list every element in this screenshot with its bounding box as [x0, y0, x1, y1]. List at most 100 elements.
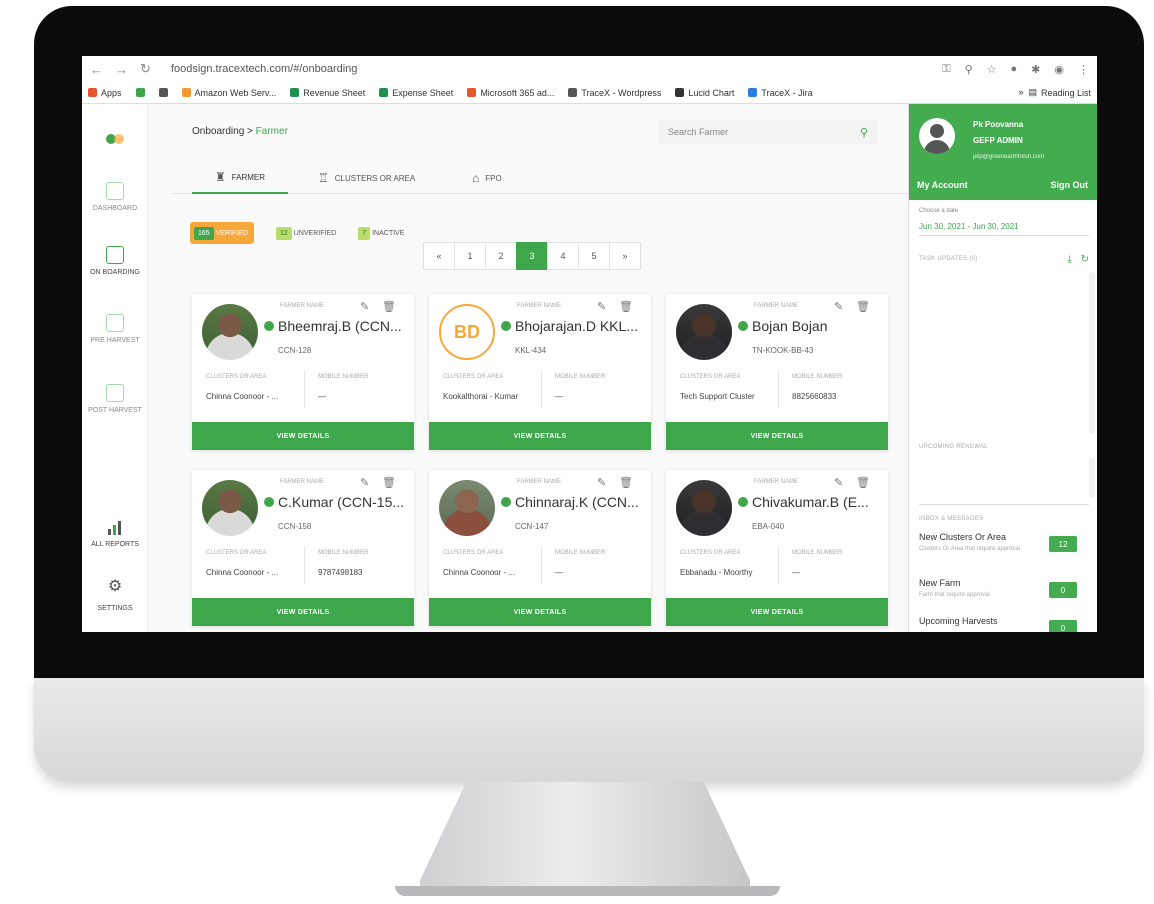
farmer-name: Bojan Bojan [752, 318, 828, 334]
filter-verified[interactable]: 165 VERIFIED [190, 222, 254, 244]
app-logo [104, 130, 126, 150]
view-details-button[interactable]: VIEW DETAILS [429, 422, 651, 450]
task-scrollbar[interactable] [1089, 272, 1095, 434]
page-last[interactable]: » [609, 242, 641, 270]
farmer-card: FARMER NAME ✎ 🗑 Bheemraj.B (CCN... CCN-1… [192, 294, 414, 450]
sidebar-item-dashboard[interactable]: DASHBOARD [82, 182, 148, 213]
mobile-label: MOBILE NUMBER [555, 550, 606, 556]
breadcrumb-root[interactable]: Onboarding [192, 126, 244, 137]
date-range-picker[interactable]: Jun 30, 2021 - Jun 30, 2021 [919, 222, 1089, 236]
page-5[interactable]: 5 [578, 242, 610, 270]
bookmark-item[interactable]: Microsoft 365 ad... [467, 88, 554, 98]
avatar[interactable] [919, 118, 955, 154]
address-bar[interactable]: foodsign.tracextech.com/#/onboarding [171, 63, 358, 75]
bookmark-icon [181, 88, 191, 97]
sidebar-item-post-harvest[interactable]: POST HARVEST [82, 384, 148, 415]
trash-icon[interactable]: 🗑 [382, 476, 396, 489]
bookmark-item[interactable]: Lucid Chart [675, 88, 734, 98]
onboarding-icon [106, 246, 124, 264]
edit-icon[interactable]: ✎ [360, 300, 369, 313]
inbox-heading: INBOX & MESSAGES [919, 516, 984, 522]
reload-icon[interactable]: ↻ [140, 61, 151, 77]
sidebar-item-all-reports[interactable]: ALL REPORTS [82, 518, 148, 549]
divider [541, 370, 542, 408]
verified-check-icon [501, 321, 511, 331]
bookmark-icon [379, 88, 389, 97]
view-details-button[interactable]: VIEW DETAILS [666, 422, 888, 450]
search-input[interactable]: Search Farmer ⚲ [658, 120, 878, 144]
sidebar-item-settings[interactable]: ⚙ SETTINGS [82, 579, 148, 613]
view-details-button[interactable]: VIEW DETAILS [192, 422, 414, 450]
bookmark-item[interactable] [135, 88, 145, 97]
view-details-button[interactable]: VIEW DETAILS [666, 598, 888, 626]
bookmark-icon [158, 88, 168, 97]
farmer-id: CCN-128 [278, 346, 312, 355]
filter-inactive[interactable]: 7 INACTIVE [358, 222, 404, 244]
cluster-value: Chinna Coonoor - ... [206, 392, 279, 401]
menu-icon[interactable]: ⋮ [1078, 63, 1089, 76]
key-icon[interactable]: ⚿ [942, 63, 950, 76]
refresh-icon[interactable]: ↻ [1081, 254, 1089, 265]
bookmark-item[interactable] [158, 88, 168, 97]
forward-icon[interactable]: → [115, 62, 128, 77]
edit-icon[interactable]: ✎ [360, 476, 369, 489]
bookmark-icon [568, 88, 578, 97]
star-icon[interactable]: ☆ [987, 63, 997, 76]
message-new-farm[interactable]: New Farm Farm that require approval 0 [919, 578, 1089, 599]
trash-icon[interactable]: 🗑 [382, 300, 396, 313]
bookmark-item[interactable]: Revenue Sheet [290, 88, 365, 98]
edit-icon[interactable]: ✎ [597, 476, 606, 489]
extension-icon[interactable]: ● [1011, 63, 1018, 76]
sign-out-link[interactable]: Sign Out [1051, 180, 1089, 190]
bookmark-item[interactable]: TraceX - Wordpress [568, 88, 661, 98]
page-2[interactable]: 2 [485, 242, 517, 270]
my-account-link[interactable]: My Account [917, 180, 968, 190]
edit-icon[interactable]: ✎ [834, 476, 843, 489]
trash-icon[interactable]: 🗑 [856, 300, 870, 313]
farmer-card: FARMER NAME ✎ 🗑 C.Kumar (CCN-15... CCN-1… [192, 470, 414, 626]
farmer-name-row: Chinnaraj.K (CCN... [501, 494, 647, 510]
zoom-icon[interactable]: ⚲ [965, 63, 973, 76]
edit-icon[interactable]: ✎ [834, 300, 843, 313]
sidebar-item-pre-harvest[interactable]: PRE HARVEST [82, 314, 148, 345]
farmer-icon: ♜ [214, 170, 226, 184]
status-filters: 165 VERIFIED 12 UNVERIFIED 7 INACTIVE [190, 222, 404, 244]
farmer-name-row: Chivakumar.B (E... [738, 494, 884, 510]
profile-icon[interactable]: ◉ [1054, 63, 1064, 76]
download-icon[interactable]: ⤓ [1067, 254, 1071, 265]
page-3[interactable]: 3 [516, 242, 548, 270]
reading-list[interactable]: » ▤ Reading List [1018, 87, 1091, 98]
tab-clusters[interactable]: ♖ CLUSTERS OR AREA [318, 162, 415, 194]
bookmark-item[interactable]: Apps [88, 88, 122, 98]
edit-icon[interactable]: ✎ [597, 300, 606, 313]
sidebar-item-onboarding[interactable]: ON BOARDING [82, 246, 148, 277]
message-upcoming-harvests[interactable]: Upcoming Harvests 0 [919, 616, 1089, 632]
bookmark-item[interactable]: Expense Sheet [379, 88, 453, 98]
page-4[interactable]: 4 [547, 242, 579, 270]
bookmarks-bar: Apps Amazon Web Serv... Revenue Sheet Expen… [82, 82, 1097, 104]
browser-toolbar: ← → ↻ foodsign.tracextech.com/#/onboardi… [82, 56, 1097, 82]
farmer-id: CCN-147 [515, 522, 549, 531]
trash-icon[interactable]: 🗑 [619, 476, 633, 489]
renewal-scrollbar[interactable] [1089, 458, 1095, 498]
tab-farmer[interactable]: ♜ FARMER [192, 162, 288, 194]
back-icon[interactable]: ← [90, 62, 103, 77]
user-role: GEFP ADMIN [973, 136, 1023, 145]
farmer-name: Chinnaraj.K (CCN... [515, 494, 639, 510]
tab-fpo[interactable]: ⌂ FPO [472, 162, 502, 194]
farmer-name-label: FARMER NAME [280, 303, 325, 309]
trash-icon[interactable]: 🗑 [619, 300, 633, 313]
bookmark-item[interactable]: TraceX - Jira [748, 88, 813, 98]
message-new-clusters[interactable]: New Clusters Or Area Clusters Or Area th… [919, 532, 1089, 553]
puzzle-icon[interactable]: ✱ [1031, 63, 1040, 76]
page-1[interactable]: 1 [454, 242, 486, 270]
view-details-button[interactable]: VIEW DETAILS [192, 598, 414, 626]
avatar [202, 480, 258, 536]
filter-unverified[interactable]: 12 UNVERIFIED [275, 222, 336, 244]
farmer-name-row: C.Kumar (CCN-15... [264, 494, 410, 510]
search-icon[interactable]: ⚲ [860, 126, 868, 139]
trash-icon[interactable]: 🗑 [856, 476, 870, 489]
page-first[interactable]: « [423, 242, 455, 270]
view-details-button[interactable]: VIEW DETAILS [429, 598, 651, 626]
bookmark-item[interactable]: Amazon Web Serv... [181, 88, 276, 98]
